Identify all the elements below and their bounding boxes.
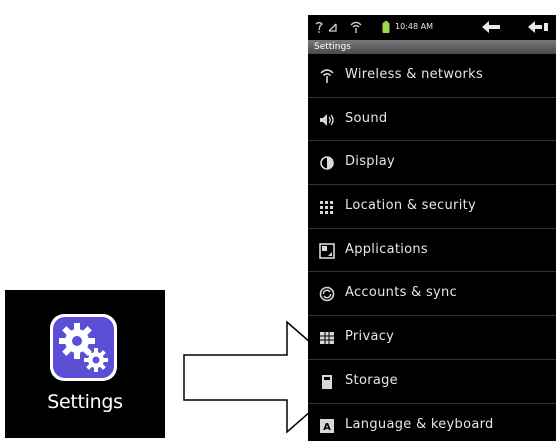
grid-lock-icon xyxy=(320,201,333,215)
brightness-icon xyxy=(320,156,334,171)
settings-menu: Wireless & networks Sound Display Locati… xyxy=(308,54,556,441)
menu-item-accounts-sync[interactable]: Accounts & sync xyxy=(308,272,556,317)
menu-item-label: Storage xyxy=(345,372,398,388)
menu-item-label: Applications xyxy=(345,241,429,257)
menu-item-applications[interactable]: Applications xyxy=(308,229,556,273)
menu-item-label: Location & security xyxy=(345,198,476,214)
menu-item-label: Display xyxy=(345,154,396,170)
menu-item-storage[interactable]: Storage xyxy=(308,360,556,404)
menu-item-label: Language & keyboard xyxy=(345,416,494,432)
speaker-icon xyxy=(320,113,334,126)
back-menu-icon[interactable] xyxy=(526,19,550,35)
phone-screen: 10:48 AM Settings Wireless & networks So… xyxy=(308,15,556,441)
sync-icon xyxy=(319,287,335,302)
menu-item-label: Wireless & networks xyxy=(345,67,484,82)
status-bar: 10:48 AM xyxy=(308,15,556,40)
menu-item-sound[interactable]: Sound xyxy=(308,98,556,142)
menu-item-display[interactable]: Display xyxy=(308,141,556,186)
keyboard-icon: A xyxy=(320,418,334,433)
wifi-icon xyxy=(320,69,334,83)
settings-title-bar: Settings xyxy=(308,40,556,54)
menu-item-wireless[interactable]: Wireless & networks xyxy=(308,54,556,98)
menu-item-privacy[interactable]: Privacy xyxy=(308,316,556,360)
menu-item-label: Privacy xyxy=(345,329,395,345)
back-icon[interactable] xyxy=(480,19,502,35)
settings-gears-icon xyxy=(50,314,117,381)
menu-item-location-security[interactable]: Location & security xyxy=(308,185,556,229)
applications-icon xyxy=(319,242,335,259)
app-label: Settings xyxy=(47,391,123,413)
menu-item-label: Accounts & sync xyxy=(345,285,458,301)
wifi-icon xyxy=(350,21,362,33)
menu-item-label: Sound xyxy=(345,110,388,126)
storage-icon xyxy=(322,374,332,389)
battery-icon xyxy=(382,21,390,33)
usb-debug-icon xyxy=(315,21,323,33)
settings-app-tile[interactable]: Settings xyxy=(5,290,165,438)
svg-text:A: A xyxy=(323,422,331,433)
status-time: 10:48 AM xyxy=(395,22,433,31)
menu-item-language-keyboard[interactable]: A Language & keyboard xyxy=(308,404,556,441)
signal-icon xyxy=(328,23,337,32)
privacy-icon xyxy=(320,332,334,345)
